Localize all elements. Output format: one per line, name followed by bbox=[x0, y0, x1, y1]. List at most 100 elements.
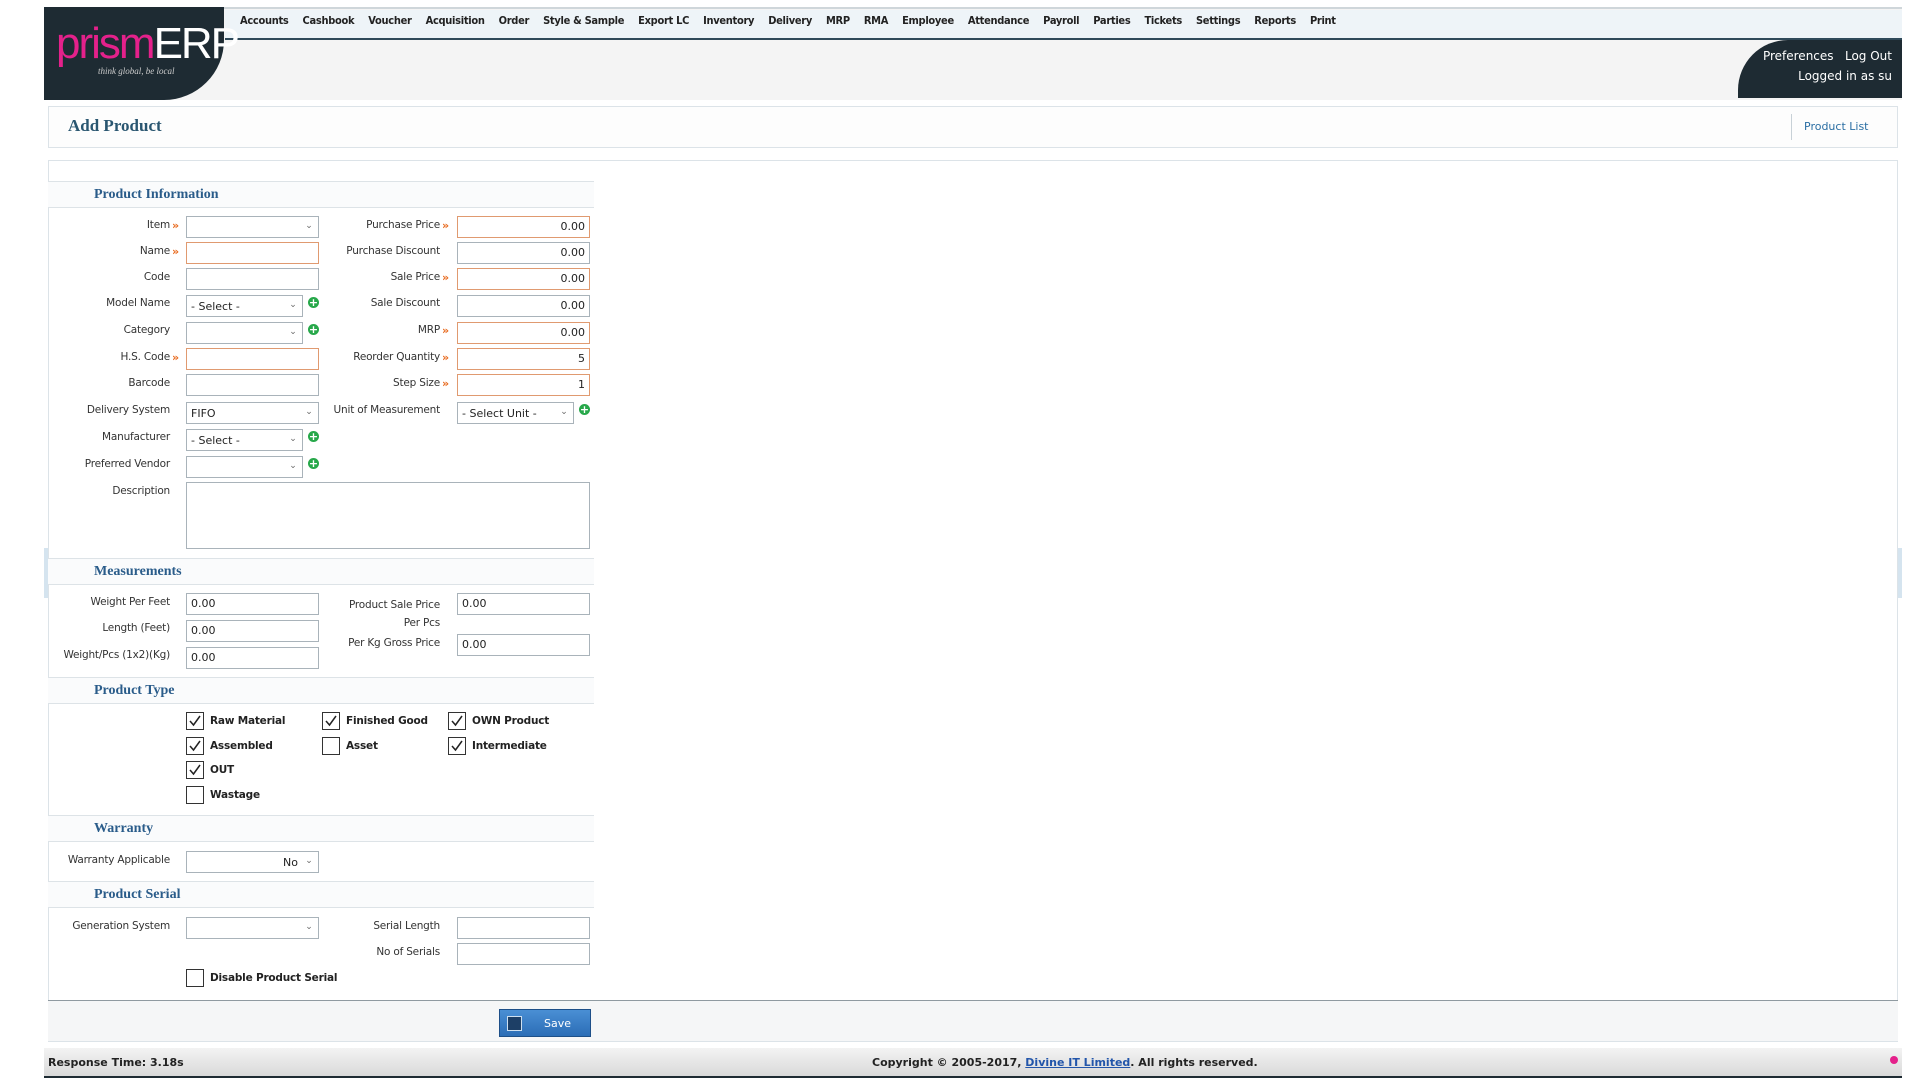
no-of-serials-label: No of Serials bbox=[376, 946, 440, 958]
menu-item[interactable]: Reports bbox=[1254, 14, 1296, 27]
required-marker: » bbox=[442, 351, 450, 364]
logout-link[interactable]: Log Out bbox=[1845, 49, 1892, 63]
finished-good-label: Finished Good bbox=[346, 715, 428, 727]
logo[interactable]: prismERP bbox=[56, 19, 240, 68]
menu-item[interactable]: Style & Sample bbox=[543, 14, 624, 27]
required-marker: » bbox=[442, 324, 450, 337]
menu-item[interactable]: Acquisition bbox=[426, 14, 485, 27]
save-button[interactable]: Save bbox=[499, 1009, 591, 1037]
copyright: Copyright © 2005-2017, Divine IT Limited… bbox=[872, 1056, 1258, 1069]
serial-length-input[interactable] bbox=[457, 917, 590, 939]
logo-text-erp: ERP bbox=[153, 19, 240, 68]
menu-item[interactable]: Print bbox=[1310, 14, 1336, 27]
asset-checkbox[interactable] bbox=[322, 737, 340, 755]
name-label: Name bbox=[139, 245, 170, 257]
per-kg-gross-price-input[interactable]: 0.00 bbox=[457, 634, 590, 656]
status-dot-icon bbox=[1890, 1056, 1898, 1064]
delivery-system-label: Delivery System bbox=[86, 404, 170, 416]
menu-item[interactable]: Export LC bbox=[638, 14, 689, 27]
product-list-link[interactable]: Product List bbox=[1791, 114, 1869, 140]
out-label: OUT bbox=[210, 764, 235, 776]
company-link[interactable]: Divine IT Limited bbox=[1025, 1056, 1130, 1069]
out-checkbox[interactable] bbox=[186, 761, 204, 779]
own-product-checkbox[interactable] bbox=[448, 712, 466, 730]
finished-good-checkbox[interactable] bbox=[322, 712, 340, 730]
barcode-label: Barcode bbox=[128, 377, 170, 389]
mrp-input[interactable]: 0.00 bbox=[457, 322, 590, 344]
sale-discount-input[interactable]: 0.00 bbox=[457, 295, 590, 317]
menu-item[interactable]: Cashbook bbox=[303, 14, 355, 27]
menu-item[interactable]: Accounts bbox=[240, 14, 289, 27]
menu-item[interactable]: Delivery bbox=[768, 14, 812, 27]
menu-item[interactable]: Attendance bbox=[968, 14, 1030, 27]
item-label: Item bbox=[146, 219, 170, 231]
preferences-link[interactable]: Preferences bbox=[1763, 49, 1834, 63]
menu-item[interactable]: Inventory bbox=[703, 14, 754, 27]
menu-item[interactable]: Employee bbox=[902, 14, 954, 27]
mrp-label: MRP bbox=[417, 324, 440, 336]
add-unit-icon[interactable]: + bbox=[579, 404, 590, 415]
weight-pcs-label: Weight/Pcs (1x2)(Kg) bbox=[63, 649, 170, 661]
page-title-bar bbox=[48, 106, 1898, 148]
no-of-serials-input[interactable] bbox=[457, 943, 590, 965]
sale-price-per-pcs-label: Product Sale Price Per Pcs bbox=[348, 599, 440, 629]
sale-price-label: Sale Price bbox=[390, 271, 441, 283]
disable-serial-label: Disable Product Serial bbox=[210, 972, 338, 984]
add-vendor-icon[interactable]: + bbox=[308, 458, 319, 469]
length-feet-label: Length (Feet) bbox=[102, 622, 170, 634]
menu-item[interactable]: MRP bbox=[826, 14, 850, 27]
description-label: Description bbox=[112, 485, 170, 497]
preferred-vendor-select[interactable]: ⌄ bbox=[186, 456, 303, 478]
page-title: Add Product bbox=[68, 116, 162, 135]
wastage-checkbox[interactable] bbox=[186, 786, 204, 804]
generation-system-label: Generation System bbox=[72, 920, 170, 932]
right-edge-tab[interactable] bbox=[1898, 548, 1902, 598]
menu-item[interactable]: Order bbox=[499, 14, 530, 27]
menu-item[interactable]: Settings bbox=[1196, 14, 1241, 27]
chevron-down-icon: ⌄ bbox=[305, 856, 313, 866]
menu-item[interactable]: Voucher bbox=[368, 14, 412, 27]
description-textarea[interactable] bbox=[186, 482, 590, 549]
menu-item[interactable]: Tickets bbox=[1144, 14, 1182, 27]
step-size-input[interactable]: 1 bbox=[457, 374, 590, 396]
section-title: Product Type bbox=[94, 683, 175, 698]
purchase-discount-input[interactable]: 0.00 bbox=[457, 242, 590, 264]
disable-serial-checkbox[interactable] bbox=[186, 969, 204, 987]
assembled-checkbox[interactable] bbox=[186, 737, 204, 755]
intermediate-checkbox[interactable] bbox=[448, 737, 466, 755]
section-warranty: Warranty bbox=[48, 815, 594, 842]
logo-text-prism: prism bbox=[56, 19, 156, 68]
section-title: Measurements bbox=[94, 564, 182, 579]
required-marker: » bbox=[442, 377, 450, 390]
chevron-down-icon: ⌄ bbox=[289, 461, 297, 471]
add-manufacturer-icon[interactable]: + bbox=[308, 431, 319, 442]
model-name-label: Model Name bbox=[106, 297, 170, 309]
sale-price-input[interactable]: 0.00 bbox=[457, 268, 590, 290]
warranty-value: No bbox=[283, 856, 298, 869]
sale-discount-label: Sale Discount bbox=[370, 297, 441, 309]
warranty-applicable-select[interactable]: No ⌄ bbox=[186, 851, 319, 873]
save-icon bbox=[507, 1016, 522, 1031]
preferred-vendor-label: Preferred Vendor bbox=[84, 458, 170, 470]
wastage-label: Wastage bbox=[210, 789, 260, 801]
chevron-down-icon: ⌄ bbox=[560, 407, 568, 417]
divider bbox=[48, 160, 1898, 161]
weight-pcs-input[interactable]: 0.00 bbox=[186, 647, 319, 669]
per-kg-gross-price-label: Per Kg Gross Price bbox=[348, 637, 440, 649]
weight-per-feet-label: Weight Per Feet bbox=[90, 596, 171, 608]
purchase-price-input[interactable]: 0.00 bbox=[457, 216, 590, 238]
uom-select[interactable]: - Select Unit - ⌄ bbox=[457, 402, 574, 424]
manufacturer-select[interactable]: - Select - ⌄ bbox=[186, 429, 303, 451]
menu-item[interactable]: Payroll bbox=[1043, 14, 1079, 27]
sale-price-per-pcs-input[interactable]: 0.00 bbox=[457, 593, 590, 615]
own-product-label: OWN Product bbox=[472, 715, 550, 727]
menu-item[interactable]: RMA bbox=[864, 14, 889, 27]
required-marker: » bbox=[172, 219, 180, 232]
delivery-system-value: FIFO bbox=[191, 407, 216, 420]
section-title: Product Serial bbox=[94, 887, 181, 902]
copyright-suffix: . All rights reserved. bbox=[1130, 1056, 1258, 1069]
required-marker: » bbox=[172, 351, 180, 364]
reorder-quantity-input[interactable]: 5 bbox=[457, 348, 590, 370]
raw-material-checkbox[interactable] bbox=[186, 712, 204, 730]
menu-item[interactable]: Parties bbox=[1093, 14, 1130, 27]
